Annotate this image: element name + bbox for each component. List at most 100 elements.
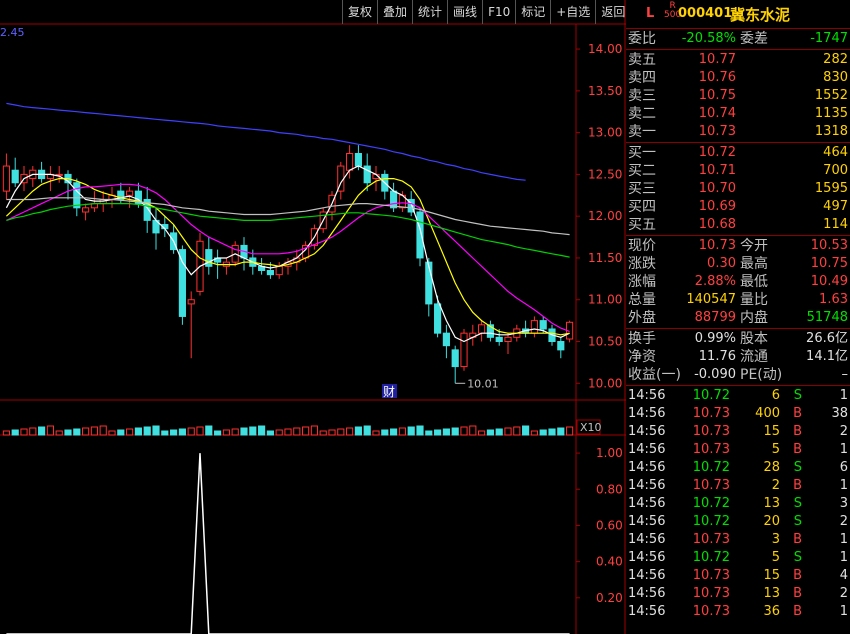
tick-row: 14:56 10.72 20 S 2	[626, 513, 850, 531]
tick-count: 6	[839, 460, 848, 475]
f10-button[interactable]: F10	[482, 0, 515, 24]
volume-bar	[416, 425, 424, 436]
stat-value: 0.30	[707, 256, 736, 271]
volume-bar	[82, 427, 90, 436]
volume-bar	[530, 430, 538, 436]
mark-button[interactable]: 标记	[515, 0, 550, 24]
bid-label: 买一	[628, 145, 656, 161]
candle-body	[82, 207, 90, 213]
stat-label: 内盘	[740, 310, 768, 326]
tick-direction: B	[793, 442, 802, 457]
stat-value: 140547	[686, 292, 736, 307]
candle-body	[504, 336, 512, 343]
quote-header: L R 500 000401 冀东水泥	[626, 0, 850, 29]
divider	[626, 142, 850, 143]
ask-row: 卖五 10.77 282	[626, 51, 850, 69]
bid-volume: 1595	[814, 181, 848, 196]
bid-volume: 114	[823, 217, 848, 232]
top-left-value: 2.45	[0, 26, 25, 39]
kline-chart[interactable]: 14.00 13.50 13.00 12.50 12.00 11.50 11.00 10.50…	[0, 0, 626, 634]
stat-value: 51748	[806, 310, 848, 325]
tick-volume: 15	[763, 568, 780, 583]
signal-line	[6, 453, 570, 634]
volume-bar	[214, 430, 222, 436]
stat-label: 最高	[740, 256, 768, 272]
tick-direction: B	[793, 406, 802, 421]
tick-row: 14:56 10.73 36 B 1	[626, 603, 850, 621]
volume-bar	[460, 426, 468, 436]
ma-line	[6, 203, 570, 258]
tick-count: 1	[839, 550, 848, 565]
tick-row: 14:56 10.73 5 B 1	[626, 441, 850, 459]
tick-volume: 20	[763, 514, 780, 529]
stat-value: 1.63	[819, 292, 848, 307]
tick-row: 14:56 10.73 15 B 2	[626, 423, 850, 441]
stat-value: 10.53	[810, 238, 848, 253]
volume-bar	[469, 425, 477, 436]
tick-direction: S	[793, 496, 802, 511]
tick-time: 14:56	[628, 388, 666, 403]
candle-body	[390, 190, 398, 209]
volume-bar	[390, 428, 398, 436]
fin-value: -0.090	[694, 367, 736, 382]
fin-value: 11.76	[698, 349, 736, 364]
tick-row: 14:56 10.73 2 B 1	[626, 477, 850, 495]
tick-direction: S	[793, 514, 802, 529]
stats-button[interactable]: 统计	[412, 0, 447, 24]
stat-row: 现价 10.73 今开 10.53	[626, 237, 850, 255]
volume-bar	[187, 427, 195, 436]
tick-count: 1	[839, 478, 848, 493]
tick-price: 10.73	[692, 406, 730, 421]
volume-bar	[240, 427, 248, 436]
volume-bar	[328, 429, 336, 436]
volume-bar	[354, 426, 362, 436]
stat-value: 10.75	[810, 256, 848, 271]
candle-body	[126, 190, 134, 196]
tick-volume: 3	[771, 532, 780, 547]
volume-bar	[557, 427, 565, 436]
tick-row: 14:56 10.72 13 S 3	[626, 495, 850, 513]
tick-time: 14:56	[628, 406, 666, 421]
bid-label: 买五	[628, 217, 656, 233]
volume-bar	[205, 425, 213, 436]
volume-bar	[249, 426, 257, 436]
add-watchlist-button[interactable]: +自选	[550, 0, 595, 24]
stat-row: 总量 140547 量比 1.63	[626, 291, 850, 309]
fin-value: 26.6亿	[806, 331, 848, 346]
fin-value: 0.99%	[694, 331, 736, 346]
volume-bar	[222, 429, 230, 436]
ask-label: 卖二	[628, 106, 656, 122]
tick-direction: B	[793, 424, 802, 439]
volume-bar	[478, 430, 486, 436]
volume-bar	[495, 428, 503, 436]
stat-label: 总量	[628, 292, 656, 308]
tick-price: 10.73	[692, 532, 730, 547]
candle-body	[187, 299, 195, 305]
stock-code: 000401	[678, 6, 733, 21]
ask-price: 10.74	[698, 106, 736, 121]
tick-direction: B	[793, 532, 802, 547]
tick-price: 10.73	[692, 478, 730, 493]
overlay-button[interactable]: 叠加	[377, 0, 412, 24]
volume-bar	[434, 429, 442, 436]
fuquan-button[interactable]: 复权	[342, 0, 377, 24]
tick-row: 14:56 10.72 28 S 6	[626, 459, 850, 477]
tick-volume: 400	[755, 406, 780, 421]
draw-line-button[interactable]: 画线	[447, 0, 482, 24]
candle-body	[460, 332, 468, 368]
y-tick-label: 14.00	[588, 42, 622, 56]
low-marker-label: 10.01	[467, 377, 499, 390]
tick-price: 10.73	[692, 586, 730, 601]
volume-bar	[46, 425, 54, 436]
volume-bar	[143, 426, 151, 436]
candle-body	[530, 320, 538, 334]
ask-row: 卖三 10.75 1552	[626, 87, 850, 105]
tick-volume: 5	[771, 442, 780, 457]
bid-row: 买二 10.71 700	[626, 162, 850, 180]
volume-bar	[196, 426, 204, 436]
fin-label: 股本	[740, 331, 768, 347]
ask-price: 10.75	[698, 88, 736, 103]
tick-volume: 36	[763, 604, 780, 619]
tick-volume: 2	[771, 478, 780, 493]
bid-price: 10.68	[698, 217, 736, 232]
